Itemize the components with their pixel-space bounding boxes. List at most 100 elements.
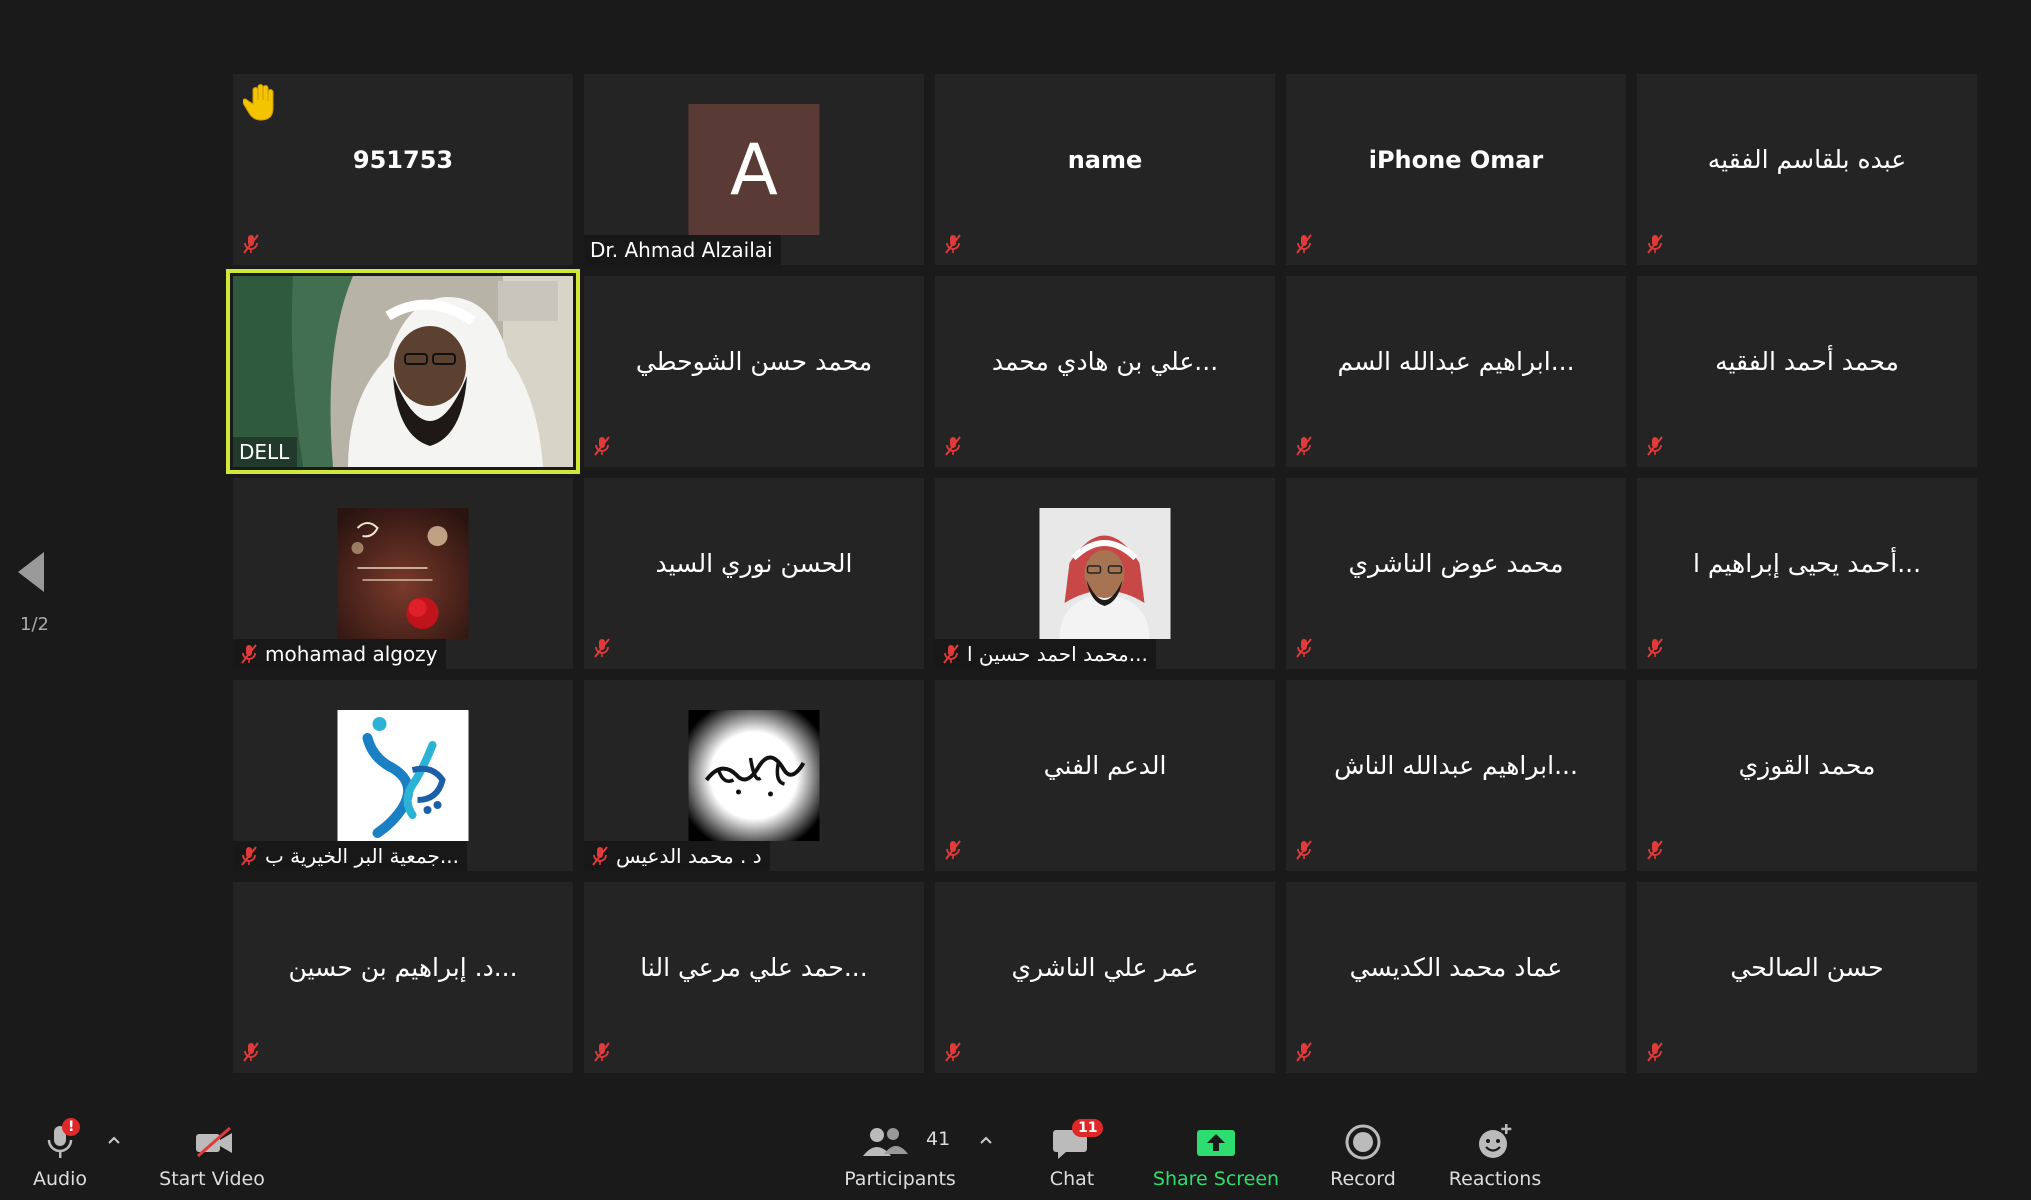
chat-label: Chat	[1049, 1168, 1095, 1190]
participant-tile[interactable]: ...د. إبراهيم بن حسين	[233, 882, 573, 1073]
participant-name-tag: ...جمعية البر الخيرية ب	[233, 841, 467, 871]
meeting-toolbar: ! Audio Start Video Participants 41 11 C…	[0, 1100, 2031, 1200]
mute-status	[1294, 1041, 1314, 1067]
participant-tile[interactable]: ...محمد احمد حسين ا	[935, 478, 1275, 669]
mute-status	[1645, 435, 1665, 461]
previous-page-arrow-icon[interactable]	[16, 550, 46, 594]
muted-microphone-icon	[1647, 436, 1663, 456]
calligraphy-logo	[688, 710, 820, 841]
participant-tile[interactable]: 951753	[233, 74, 573, 265]
muted-microphone-icon	[243, 234, 259, 254]
participant-tile[interactable]: عماد محمد الكديسي	[1286, 882, 1626, 1073]
participant-tile[interactable]: ...أحمد يحيى إبراهيم ا	[1637, 478, 1977, 669]
participant-tile[interactable]: الدعم الفني	[935, 680, 1275, 871]
mute-status	[1294, 839, 1314, 865]
participant-name: ...ابراهيم عبدالله الناش	[1334, 751, 1578, 780]
participant-tile[interactable]: A Dr. Ahmad Alzailai	[584, 74, 924, 265]
participants-label: Participants	[844, 1168, 956, 1190]
page-indicator: 1/2	[20, 614, 49, 635]
participant-tile[interactable]: ...ابراهيم عبدالله السم	[1286, 276, 1626, 467]
raised-hand-icon	[243, 84, 274, 121]
chat-unread-badge: 11	[1072, 1119, 1104, 1137]
participant-name-tag: mohamad algozy	[233, 639, 446, 669]
participant-name: عبده بلقاسم الفقيه	[1707, 145, 1907, 174]
muted-microphone-icon	[1296, 840, 1312, 860]
audio-button[interactable]: ! Audio	[28, 1100, 92, 1200]
participant-tile[interactable]: mohamad algozy	[233, 478, 573, 669]
participant-tile[interactable]: ...علي بن هادي محمد	[935, 276, 1275, 467]
participant-name: الحسن نوري السيد	[655, 549, 853, 578]
participant-tile[interactable]: محمد عوض الناشري	[1286, 478, 1626, 669]
participant-name: د . محمد الدعيس	[616, 844, 762, 868]
video-camera-off-icon	[196, 1126, 232, 1158]
participant-tile[interactable]: ...جمعية البر الخيرية ب	[233, 680, 573, 871]
mute-status	[1645, 637, 1665, 663]
participant-tile[interactable]: DELL	[226, 269, 580, 474]
participants-button[interactable]: Participants	[844, 1100, 956, 1200]
participant-name: name	[1067, 145, 1143, 174]
audio-options-caret-icon[interactable]	[106, 1134, 122, 1146]
participant-name-tag: د . محمد الدعيس	[584, 841, 770, 871]
reactions-button[interactable]: Reactions	[1448, 1100, 1542, 1200]
participant-tile[interactable]: حسن الصالحي	[1637, 882, 1977, 1073]
muted-microphone-icon	[594, 436, 610, 456]
share-screen-label: Share Screen	[1152, 1168, 1280, 1190]
participant-tile[interactable]: عبده بلقاسم الفقيه	[1637, 74, 1977, 265]
mute-status	[592, 435, 612, 461]
mute-status	[943, 1041, 963, 1067]
muted-microphone-icon	[1296, 234, 1312, 254]
participant-tile[interactable]: ...حمد علي مرعي النا	[584, 882, 924, 1073]
participant-tile[interactable]: محمد أحمد الفقيه	[1637, 276, 1977, 467]
mute-status	[241, 233, 261, 259]
muted-microphone-icon	[1296, 638, 1312, 658]
participant-name: حسن الصالحي	[1730, 953, 1884, 982]
participant-tile[interactable]: محمد حسن الشوحطي	[584, 276, 924, 467]
mute-status	[241, 1041, 261, 1067]
participant-name: 951753	[352, 145, 454, 174]
muted-microphone-icon	[1647, 234, 1663, 254]
share-screen-button[interactable]: Share Screen	[1153, 1100, 1279, 1200]
muted-microphone-icon	[1647, 1042, 1663, 1062]
video-grid: 951753 A Dr. Ahmad Alzailai name iPhone Omar…	[226, 74, 1978, 1073]
mute-status	[1645, 1041, 1665, 1067]
participant-tile[interactable]: ...ابراهيم عبدالله الناش	[1286, 680, 1626, 871]
participant-name: mohamad algozy	[265, 642, 438, 666]
participant-name: ...محمد احمد حسين ا	[967, 642, 1148, 666]
mute-status	[592, 1041, 612, 1067]
participant-name-tag: DELL	[233, 437, 298, 467]
participants-icon	[863, 1128, 908, 1156]
participant-name: الدعم الفني	[1043, 751, 1167, 780]
mute-status	[1645, 839, 1665, 865]
participant-name: عمر علي الناشري	[1011, 953, 1199, 982]
participant-name: ...أحمد يحيى إبراهيم ا	[1692, 549, 1922, 578]
mute-status	[943, 233, 963, 259]
participants-options-caret-icon[interactable]	[978, 1134, 994, 1146]
muted-microphone-icon	[1647, 638, 1663, 658]
participant-tile[interactable]: iPhone Omar	[1286, 74, 1626, 265]
participant-name: محمد القوزي	[1738, 751, 1876, 780]
participant-name: محمد عوض الناشري	[1348, 549, 1564, 578]
participant-tile[interactable]: د . محمد الدعيس	[584, 680, 924, 871]
muted-microphone-icon	[1647, 840, 1663, 860]
participant-name: Dr. Ahmad Alzailai	[590, 238, 773, 262]
mute-status	[1645, 233, 1665, 259]
muted-microphone-icon	[594, 1042, 610, 1062]
portrait-photo	[1039, 508, 1171, 639]
participant-tile[interactable]: عمر علي الناشري	[935, 882, 1275, 1073]
mute-status	[1294, 233, 1314, 259]
muted-microphone-icon	[945, 840, 961, 860]
muted-microphone-icon	[1296, 436, 1312, 456]
participants-count: 41	[926, 1128, 951, 1150]
reactions-label: Reactions	[1448, 1168, 1542, 1190]
mute-status	[943, 435, 963, 461]
chat-button[interactable]: 11 Chat	[1040, 1100, 1104, 1200]
participant-tile[interactable]: الحسن نوري السيد	[584, 478, 924, 669]
start-video-button[interactable]: Start Video	[159, 1100, 265, 1200]
record-icon	[1345, 1124, 1381, 1160]
record-label: Record	[1330, 1168, 1396, 1190]
muted-microphone-icon	[241, 644, 257, 664]
participant-tile[interactable]: name	[935, 74, 1275, 265]
muted-microphone-icon	[592, 846, 608, 866]
participant-tile[interactable]: محمد القوزي	[1637, 680, 1977, 871]
record-button[interactable]: Record	[1330, 1100, 1396, 1200]
